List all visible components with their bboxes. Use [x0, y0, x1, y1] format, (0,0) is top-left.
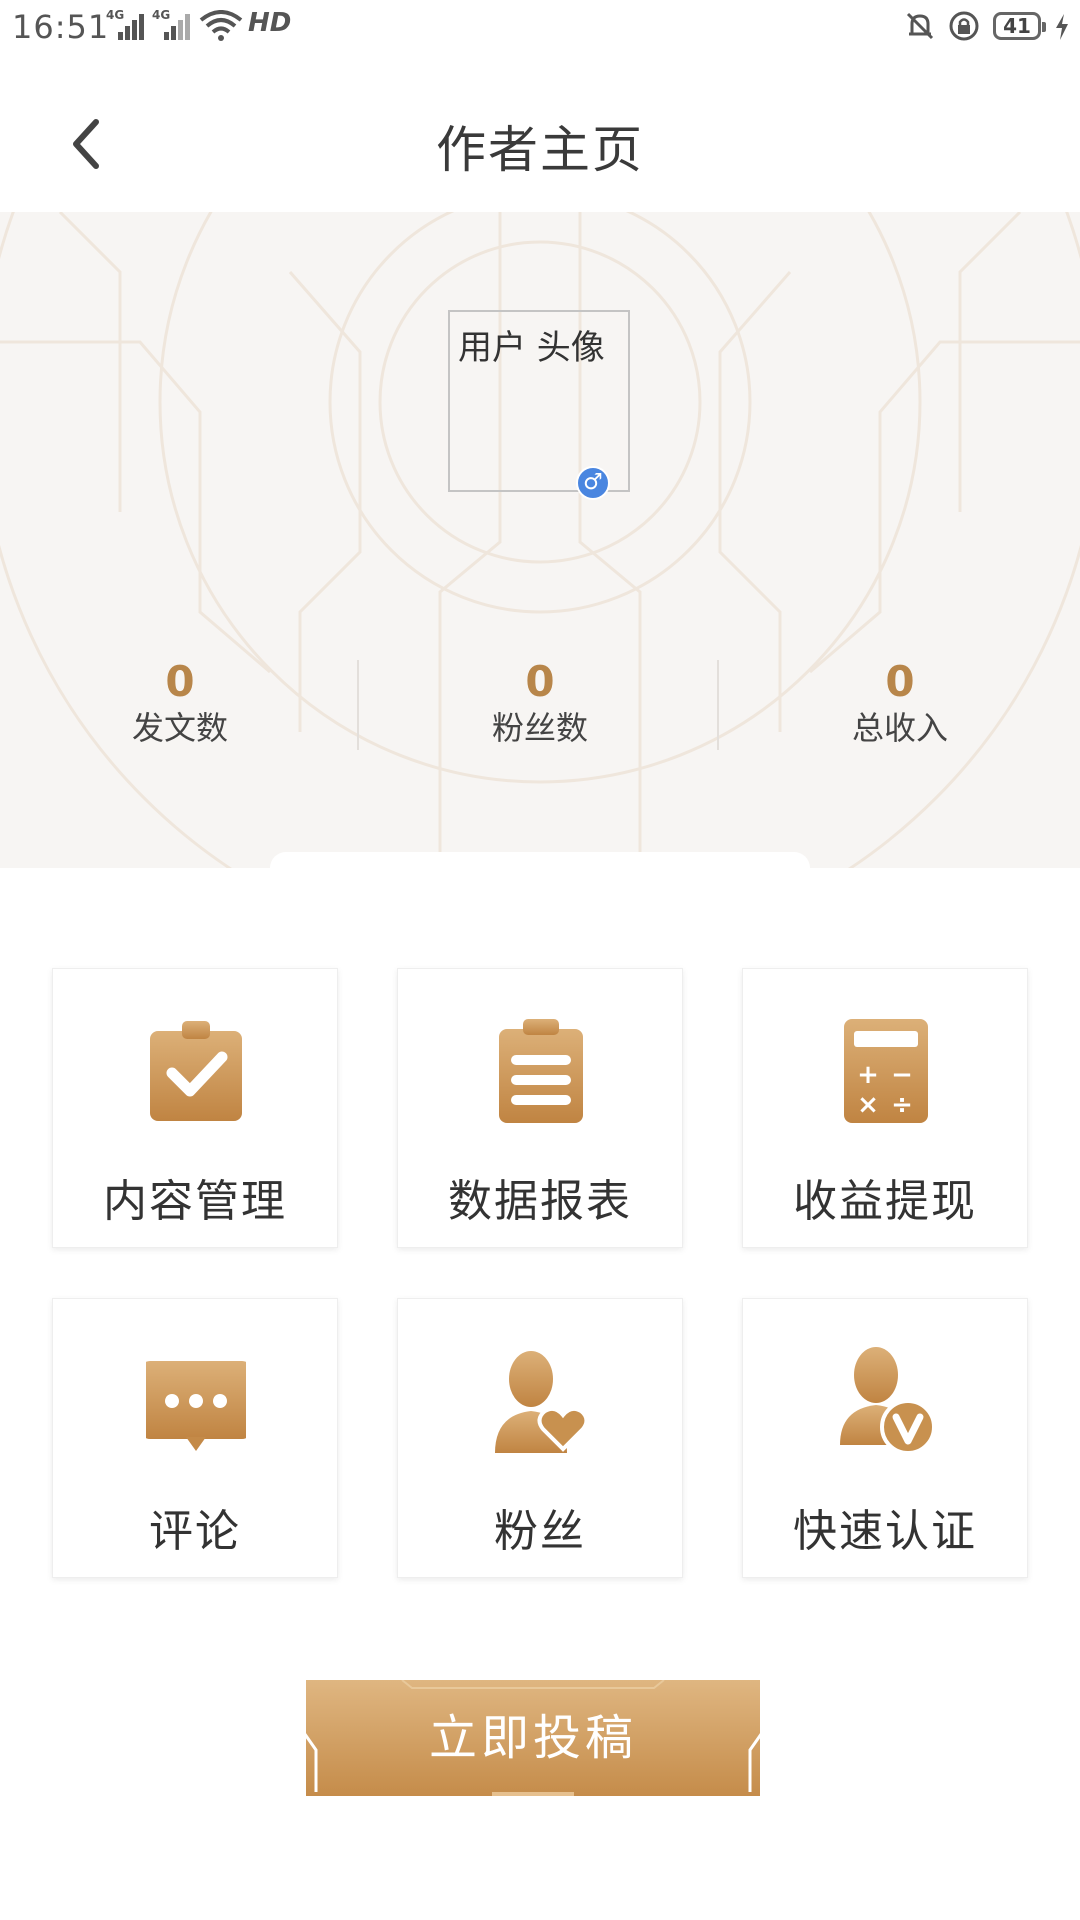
- menu-income-withdraw[interactable]: + − × ÷ 收益提现: [742, 968, 1028, 1248]
- male-gender-icon: ♂: [576, 466, 610, 500]
- banner-tab-decoration: [270, 852, 810, 868]
- wifi-icon: [199, 10, 243, 41]
- menu-fans[interactable]: 粉丝: [397, 1298, 683, 1578]
- menu-label: 评论: [149, 1506, 241, 1557]
- svg-text:+: +: [857, 1060, 879, 1090]
- divider: [717, 660, 719, 750]
- menu-data-report[interactable]: 数据报表: [397, 968, 683, 1248]
- header: 作者主页: [0, 56, 1080, 212]
- menu-label: 收益提现: [793, 1176, 977, 1227]
- menu-comments[interactable]: 评论: [52, 1298, 338, 1578]
- submit-label: 立即投稿: [428, 1710, 637, 1766]
- clipboard-check-icon: [150, 1021, 242, 1121]
- menu-label: 粉丝: [494, 1506, 586, 1557]
- svg-text:−: −: [891, 1060, 913, 1090]
- stat-value: 0: [885, 657, 915, 706]
- status-bar: 16:51 4G 4G HD 41: [0, 0, 1080, 56]
- stat-income[interactable]: 0 总收入: [810, 658, 990, 750]
- submit-article-button[interactable]: 立即投稿: [302, 1680, 764, 1800]
- report-list-icon: [499, 1019, 583, 1123]
- svg-text:×: ×: [857, 1090, 879, 1120]
- battery-icon: 41: [993, 12, 1046, 40]
- rotation-lock-icon: [949, 11, 979, 41]
- stat-label: 总收入: [851, 709, 948, 747]
- menu-label: 数据报表: [448, 1176, 632, 1227]
- stat-fans[interactable]: 0 粉丝数: [450, 658, 630, 750]
- avatar-placeholder-text: 用户 头像: [458, 328, 605, 368]
- menu-label: 快速认证: [793, 1506, 977, 1557]
- calculator-icon: + − × ÷: [844, 1019, 928, 1123]
- hd-icon: HD: [248, 8, 292, 38]
- stat-label: 粉丝数: [491, 709, 588, 747]
- comment-bubble-icon: [146, 1361, 246, 1451]
- menu-content-management[interactable]: 内容管理: [52, 968, 338, 1248]
- signal-icon: 4G: [106, 8, 146, 40]
- svg-text:÷: ÷: [891, 1090, 913, 1120]
- menu-label: 内容管理: [103, 1176, 287, 1227]
- divider: [357, 660, 359, 750]
- stat-articles[interactable]: 0 发文数: [90, 658, 270, 750]
- status-time: 16:51: [12, 8, 110, 46]
- profile-banner: 用户 头像 ♂ 0 发文数 0 粉丝数 0 总收入: [0, 212, 1080, 868]
- page-title: 作者主页: [436, 121, 644, 179]
- signal-icon: 4G: [152, 8, 192, 40]
- stat-value: 0: [525, 657, 555, 706]
- mute-bell-icon: [906, 12, 934, 40]
- stat-label: 发文数: [131, 709, 228, 747]
- charging-icon: [1056, 14, 1068, 40]
- menu-quick-verify[interactable]: 快速认证: [742, 1298, 1028, 1578]
- user-verified-icon: [840, 1347, 936, 1455]
- user-heart-icon: [495, 1351, 589, 1453]
- stat-value: 0: [165, 657, 195, 706]
- avatar[interactable]: 用户 头像: [448, 310, 630, 492]
